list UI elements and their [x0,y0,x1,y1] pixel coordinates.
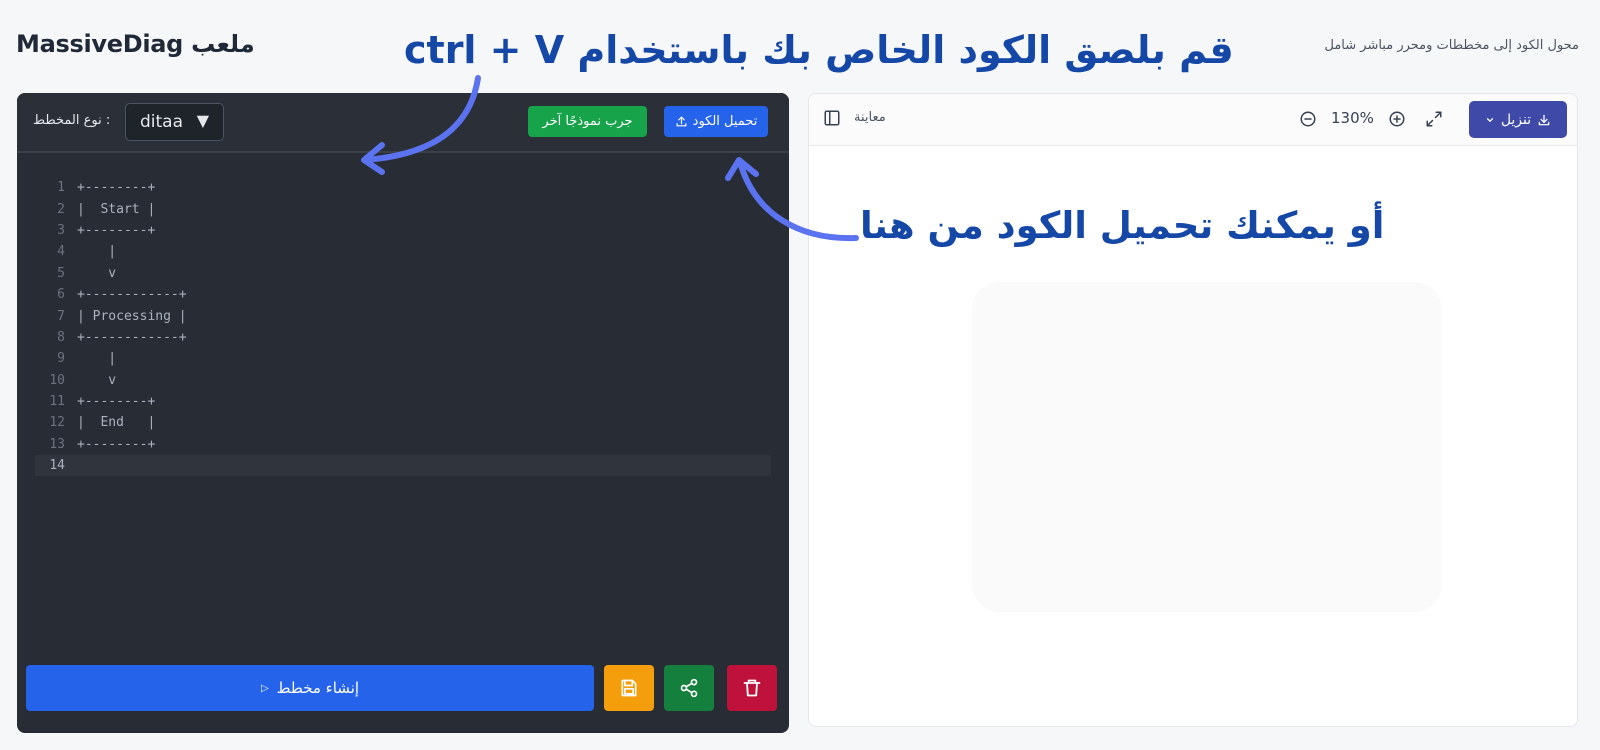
code-line: 8 +------------+ [35,327,771,348]
code-line-text: | Start | [77,201,156,217]
line-number: 10 [49,372,65,388]
page-subtitle: محول الكود إلى مخططات ومحرر مباشر شامل [1324,38,1579,53]
line-number: 2 [57,201,65,217]
diagram-canvas [972,282,1442,612]
diagram-type-label: : نوع المخطط [33,113,111,128]
upload-code-label: تحميل الكود [692,114,758,129]
line-number: 6 [57,287,65,303]
code-text-area[interactable]: 1 +--------+ 2 | Start | 3 +--------+ 4 | 5 v 6 +… [35,177,771,477]
trash-icon [742,678,762,698]
code-line-text: +--------+ [77,436,156,452]
line-number: 13 [49,436,65,452]
code-line-text: v [77,372,117,388]
play-icon: ▷ [260,682,269,694]
line-number: 5 [57,265,65,281]
editor-toolbar: : نوع المخطط ditaa ▼ جرب نموذجًا آخر تحم… [17,93,789,153]
save-button[interactable] [604,665,654,711]
page-title: MassiveDiag ملعب [16,30,255,58]
code-line-text: +--------+ [77,180,156,196]
generate-diagram-button[interactable]: إنشاء مخطط ▷ [26,665,594,711]
download-label: تنزيل [1500,111,1532,128]
save-icon [619,678,639,698]
sidebar-toggle-icon[interactable] [823,109,841,127]
code-line-text: | [77,351,117,367]
code-line: 4 | [35,241,771,262]
code-line: 13 +--------+ [35,434,771,455]
upload-instruction-annotation: أو يمكنك تحميل الكود من هنا [860,204,1385,247]
code-line: 3 +--------+ [35,220,771,241]
share-button[interactable] [664,665,714,711]
code-line-text: +------------+ [77,287,187,303]
code-line-text: | [77,244,117,260]
download-button[interactable]: تنزيل [1469,101,1567,138]
chevron-down-icon [1485,115,1495,125]
zoom-out-icon[interactable] [1299,110,1317,128]
code-line: 10 v [35,370,771,391]
line-number: 7 [57,308,65,324]
line-number: 11 [49,394,65,410]
upload-icon [675,115,688,128]
try-another-sample-button[interactable]: جرب نموذجًا آخر [528,106,647,137]
try-another-sample-label: جرب نموذجًا آخر [542,114,633,129]
zoom-in-icon[interactable] [1388,110,1406,128]
line-number: 1 [57,180,65,196]
delete-button[interactable] [727,665,777,711]
line-number: 3 [57,222,65,238]
preview-toolbar: معاينة 130% تنزيل [809,94,1577,146]
code-line: 2 | Start | [35,198,771,219]
code-line-text: | Processing | [77,308,187,324]
line-number: 14 [49,458,65,474]
share-icon [679,678,699,698]
code-line: 12 | End | [35,412,771,433]
code-editor-panel: : نوع المخطط ditaa ▼ جرب نموذجًا آخر تحم… [17,93,789,733]
code-line: 11 +--------+ [35,391,771,412]
code-line: 14 [35,455,771,477]
diagram-type-value: ditaa [140,112,184,132]
zoom-level: 130% [1331,109,1374,127]
line-number: 9 [57,351,65,367]
line-number: 4 [57,244,65,260]
paste-instruction-annotation: ctrl + V قم بلصق الكود الخاص بك باستخدام [404,28,1234,72]
code-line: 7 | Processing | [35,305,771,326]
code-line: 1 +--------+ [35,177,771,198]
line-number: 8 [57,329,65,345]
code-line: 6 +------------+ [35,284,771,305]
generate-diagram-label: إنشاء مخطط [276,679,360,697]
preview-panel: معاينة 130% تنزيل [808,93,1578,727]
upload-code-button[interactable]: تحميل الكود [664,106,768,137]
preview-label: معاينة [854,110,886,125]
code-line: 5 v [35,263,771,284]
code-line-text: +--------+ [77,394,156,410]
diagram-type-select[interactable]: ditaa ▼ [125,103,224,141]
code-line-text: | End | [77,415,156,431]
download-icon [1537,113,1551,127]
caret-down-icon: ▼ [196,111,209,130]
code-line-text: +------------+ [77,329,187,345]
line-number: 12 [49,415,65,431]
fullscreen-icon[interactable] [1425,110,1443,128]
code-line-text: v [77,265,117,281]
code-line: 9 | [35,348,771,369]
code-line-text: +--------+ [77,222,156,238]
